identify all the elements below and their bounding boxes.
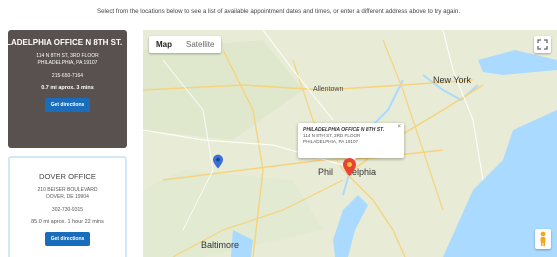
fullscreen-button[interactable]: [534, 36, 551, 53]
get-directions-button[interactable]: Get directions: [44, 98, 91, 112]
map-view[interactable]: Map Satellite Allentown New York Phil del…: [143, 30, 557, 257]
info-address-line2: PHILADELPHIA, PA 19107: [303, 139, 359, 144]
location-phone: 215-650-7164: [51, 73, 84, 79]
location-name: PHILADELPHIA OFFICE N 8TH ST.: [0, 38, 123, 47]
location-card-dover[interactable]: DOVER OFFICE 210 BEISER BOULEVARD DOVER,…: [8, 156, 127, 257]
info-close-button[interactable]: ×: [397, 124, 401, 130]
location-card-philadelphia[interactable]: PHILADELPHIA OFFICE N 8TH ST. 114 N 8TH …: [0, 30, 127, 148]
map-pin-icon: [343, 158, 356, 176]
city-label-allentown: Allentown: [313, 86, 344, 93]
map-pin-icon: [213, 154, 223, 169]
location-distance: 0.7 mi aprox. 3 mins: [41, 85, 94, 91]
map-info-window: × PHILADELPHIA OFFICE N 8TH ST. 114 N 8T…: [298, 123, 404, 163]
map-type-satellite-button[interactable]: Satellite: [179, 36, 221, 53]
map-type-control[interactable]: Map Satellite: [149, 36, 222, 53]
get-directions-button[interactable]: Get directions: [44, 232, 91, 246]
address-line2: DOVER, DE 19904: [46, 194, 89, 200]
address-line1: 210 BEISER BOULEVARD: [37, 187, 98, 193]
address-line2: PHILADELPHIA, PA 19107: [37, 60, 98, 66]
street-view-button[interactable]: [535, 229, 551, 249]
map-marker-other[interactable]: [213, 154, 223, 174]
address-line1: 114 N 8TH ST, 3RD FLOOR: [36, 53, 99, 59]
city-label-baltimore: Baltimore: [201, 240, 240, 250]
location-name: DOVER OFFICE: [39, 172, 96, 181]
city-label-part: Phil: [318, 167, 334, 177]
instructions-text: Select from the locations below to see a…: [96, 8, 461, 15]
location-address: 114 N 8TH ST, 3RD FLOOR PHILADELPHIA, PA…: [8, 53, 127, 67]
fullscreen-icon: [537, 39, 548, 50]
map-type-map-button[interactable]: Map: [149, 36, 179, 53]
pegman-icon: [540, 231, 546, 246]
location-address: 210 BEISER BOULEVARD DOVER, DE 19904: [10, 187, 125, 201]
map-marker-philadelphia[interactable]: [343, 158, 356, 181]
city-label-new-york: New York: [433, 75, 472, 85]
location-distance: 85.0 mi aprox. 1 hour 22 mins: [31, 219, 104, 225]
location-phone: 302-730-9315: [51, 207, 84, 213]
